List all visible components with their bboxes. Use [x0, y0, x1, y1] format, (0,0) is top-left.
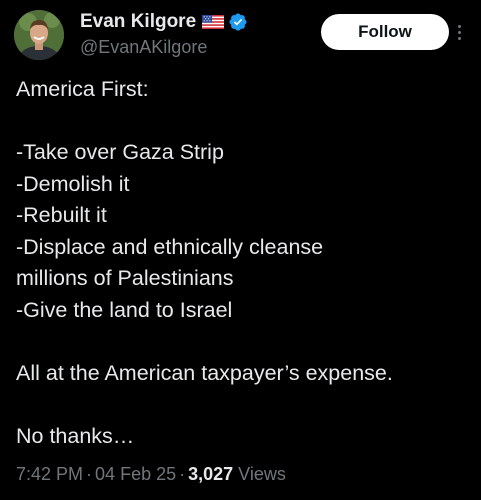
tweet-line: -Displace and ethnically cleanse	[16, 234, 324, 259]
author-avatar[interactable]	[14, 10, 64, 60]
meta-separator: ·	[86, 464, 93, 484]
tweet-meta: 7:42 PM · 04 Feb 25 · 3,027 Views	[16, 464, 286, 485]
tweet-line: millions of Palestinians	[16, 266, 234, 290]
tweet-line: -Take over Gaza Strip	[16, 140, 224, 164]
verified-badge-icon[interactable]	[228, 12, 248, 32]
display-name-row: Evan Kilgore	[80, 10, 310, 34]
tweet-line: -Give the land to Israel	[16, 297, 233, 322]
avatar-image	[14, 10, 64, 60]
tweet-line: No thanks…	[16, 423, 135, 448]
more-dot	[457, 30, 461, 34]
more-vertical-icon[interactable]	[454, 18, 464, 46]
author-display-name[interactable]: Evan Kilgore	[80, 11, 196, 33]
views-count: 3,027	[188, 464, 234, 484]
tweet-line: -Demolish it	[16, 171, 130, 196]
us-flag-icon	[202, 15, 225, 29]
more-dot	[457, 36, 461, 40]
post-date[interactable]: 04 Feb 25	[95, 464, 176, 484]
tweet-text: America First: -Take over Gaza Strip -De…	[16, 74, 476, 452]
author-names: Evan Kilgore @EvanAKilgore	[80, 10, 310, 58]
post-time[interactable]: 7:42 PM	[16, 464, 83, 484]
meta-separator: ·	[179, 464, 186, 484]
tweet-line: America First:	[16, 77, 149, 101]
tweet-line: -Rebuilt it	[16, 203, 107, 227]
author-handle[interactable]: @EvanAKilgore	[80, 37, 310, 58]
tweet-card: Evan Kilgore @EvanAKilgore Follow Americ…	[0, 0, 481, 500]
more-dot	[457, 24, 461, 28]
follow-button[interactable]: Follow	[321, 14, 449, 50]
views-label: Views	[238, 464, 286, 484]
tweet-line: All at the American taxpayer’s expense.	[16, 360, 393, 385]
tweet-header: Evan Kilgore @EvanAKilgore Follow	[14, 8, 474, 60]
